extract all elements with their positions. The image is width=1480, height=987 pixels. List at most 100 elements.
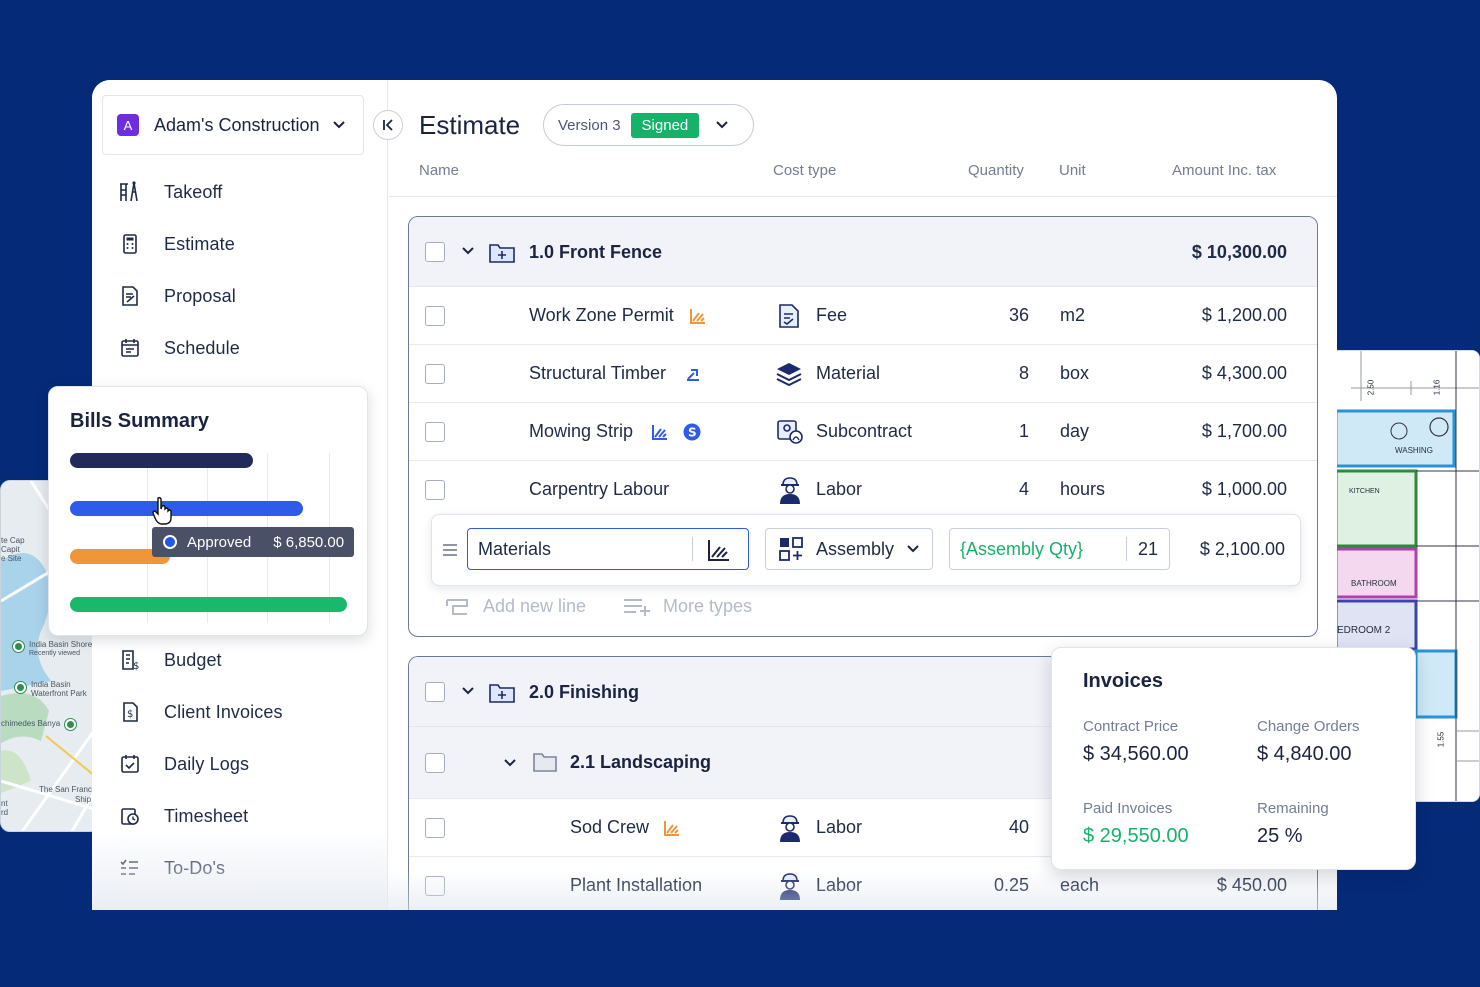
- map-label: The San Franc: [39, 785, 92, 794]
- calendar-check-icon: [118, 752, 142, 776]
- plan-dimension: 1.16: [1432, 379, 1442, 396]
- row-checkbox[interactable]: [425, 876, 445, 896]
- sidebar-item-budget[interactable]: $ Budget: [118, 645, 222, 675]
- group-header[interactable]: 1.0 Front Fence $ 10,300.00: [409, 217, 1317, 287]
- line-item-name: Plant Installation: [570, 875, 703, 895]
- budget-icon: $: [118, 648, 142, 672]
- line-item-name: Mowing Strip: [529, 421, 634, 441]
- line-name-input[interactable]: Materials: [467, 528, 749, 570]
- sidebar-item-client-invoices[interactable]: $ Client Invoices: [118, 697, 283, 727]
- sidebar-item-estimate[interactable]: Estimate: [118, 229, 235, 259]
- invoices-title: Invoices: [1083, 670, 1164, 692]
- sidebar-item-schedule[interactable]: Schedule: [118, 333, 240, 363]
- table-row[interactable]: Carpentry Labour Labor 4 hours $ 1,000.0…: [409, 461, 1317, 519]
- sidebar-item-label: Daily Logs: [164, 753, 250, 774]
- tooltip-label: Approved: [187, 533, 252, 551]
- table-row[interactable]: Work Zone Permit Fee 36 m2 $ 1,200.00: [409, 287, 1317, 345]
- company-avatar: A: [117, 114, 139, 136]
- add-line-icon: [446, 598, 468, 615]
- map-label: India Basin Shore: [29, 640, 93, 649]
- formula-value: {Assembly Qty}: [960, 538, 1084, 559]
- column-header-cost-type: Cost type: [773, 162, 837, 179]
- sidebar-item-label: Takeoff: [164, 181, 223, 202]
- chevron-down-icon: [716, 121, 728, 129]
- bill-bar[interactable]: [70, 501, 303, 516]
- add-new-line-button[interactable]: Add new line: [445, 596, 586, 617]
- subcontractor-icon: [777, 420, 803, 444]
- folder-icon: [533, 753, 557, 772]
- row-checkbox[interactable]: [425, 364, 445, 384]
- unit-value: box: [1060, 363, 1090, 383]
- quantity-value: 40: [1008, 817, 1029, 837]
- chevron-down-icon[interactable]: [461, 686, 475, 696]
- remaining-label: Remaining: [1257, 800, 1329, 817]
- field-divider: [692, 537, 693, 561]
- row-checkbox[interactable]: [425, 480, 445, 500]
- sidebar-item-takeoff[interactable]: Takeoff: [118, 177, 222, 207]
- map-label: rd: [1, 808, 9, 817]
- cost-type-label: Labor: [816, 817, 863, 837]
- chevron-down-icon[interactable]: [461, 246, 475, 256]
- collapse-sidebar-button[interactable]: [373, 110, 403, 140]
- version-selector[interactable]: Version 3 Signed: [543, 104, 754, 146]
- editing-row[interactable]: Materials Assembly {Assembly Qty} 21 $ 2…: [431, 514, 1301, 586]
- room-label: EDROOM 2: [1337, 625, 1391, 636]
- sidebar-item-daily-logs[interactable]: Daily Logs: [118, 749, 249, 779]
- sidebar-item-label: Schedule: [164, 337, 240, 358]
- table-row[interactable]: Mowing Strip S Subcontract 1 day $ 1,700…: [409, 403, 1317, 461]
- amount-value: $ 1,200.00: [1201, 305, 1287, 325]
- sidebar-item-todos[interactable]: To-Do's: [118, 853, 225, 883]
- map-pin-icon: [65, 719, 76, 730]
- takeoff-icon: [118, 180, 142, 204]
- contract-price-label: Contract Price: [1083, 718, 1179, 735]
- chevron-down-icon[interactable]: [503, 758, 517, 768]
- row-checkbox[interactable]: [425, 753, 445, 773]
- remaining-value: 25 %: [1257, 825, 1303, 847]
- plan-dimension: 2.50: [1366, 379, 1376, 396]
- svg-text:$: $: [133, 661, 139, 672]
- cost-type-label: Subcontract: [816, 421, 913, 441]
- line-item-name: Structural Timber: [529, 363, 667, 383]
- bills-summary-title: Bills Summary: [70, 410, 209, 432]
- fee-document-icon: [779, 304, 799, 328]
- contract-price-value: $ 34,560.00: [1083, 743, 1189, 765]
- row-checkbox[interactable]: [425, 422, 445, 442]
- bill-bar[interactable]: [70, 453, 253, 468]
- row-checkbox[interactable]: [425, 242, 445, 262]
- cost-type-select[interactable]: Assembly: [765, 528, 933, 570]
- map-pin-icon: [15, 682, 26, 693]
- table-row[interactable]: Structural Timber Material 8 box $ 4,300…: [409, 345, 1317, 403]
- paid-invoices-value: $ 29,550.00: [1083, 825, 1189, 847]
- sidebar-item-label: Proposal: [164, 285, 236, 306]
- more-types-label: More types: [663, 596, 753, 616]
- sidebar-item-label: Timesheet: [164, 805, 249, 826]
- takeoff-measure-icon[interactable]: [706, 537, 732, 563]
- amount-value: $ 450.00: [1216, 875, 1287, 895]
- cost-type-value: Assembly: [816, 538, 895, 559]
- svg-text:S: S: [688, 426, 697, 440]
- sidebar-item-timesheet[interactable]: Timesheet: [118, 801, 248, 831]
- sidebar-item-label: Client Invoices: [164, 701, 283, 722]
- sidebar-item-proposal[interactable]: Proposal: [118, 281, 236, 311]
- bill-bar[interactable]: [70, 597, 347, 612]
- column-header-quantity: Quantity: [968, 162, 1024, 179]
- company-switcher[interactable]: A Adam's Construction: [102, 95, 364, 155]
- row-checkbox[interactable]: [425, 682, 445, 702]
- map-label: Waterfront Park: [31, 689, 87, 698]
- status-badge: Signed: [630, 112, 700, 138]
- line-name-value: Materials: [478, 538, 552, 559]
- takeoff-measure-icon: [690, 309, 705, 324]
- unit-value: day: [1060, 421, 1090, 441]
- room-label: KITCHEN: [1349, 488, 1380, 495]
- paid-invoices-label: Paid Invoices: [1083, 800, 1173, 817]
- folder-add-icon: [489, 684, 515, 703]
- labor-worker-icon: [780, 477, 800, 504]
- quantity-formula-input[interactable]: {Assembly Qty} 21: [949, 528, 1170, 570]
- drag-handle-icon[interactable]: [442, 543, 458, 557]
- hand-cursor-icon: [152, 496, 172, 525]
- svg-text:$: $: [127, 709, 133, 720]
- row-checkbox[interactable]: [425, 818, 445, 838]
- row-checkbox[interactable]: [425, 306, 445, 326]
- more-types-button[interactable]: More types: [623, 596, 752, 617]
- unit-value: each: [1060, 875, 1100, 895]
